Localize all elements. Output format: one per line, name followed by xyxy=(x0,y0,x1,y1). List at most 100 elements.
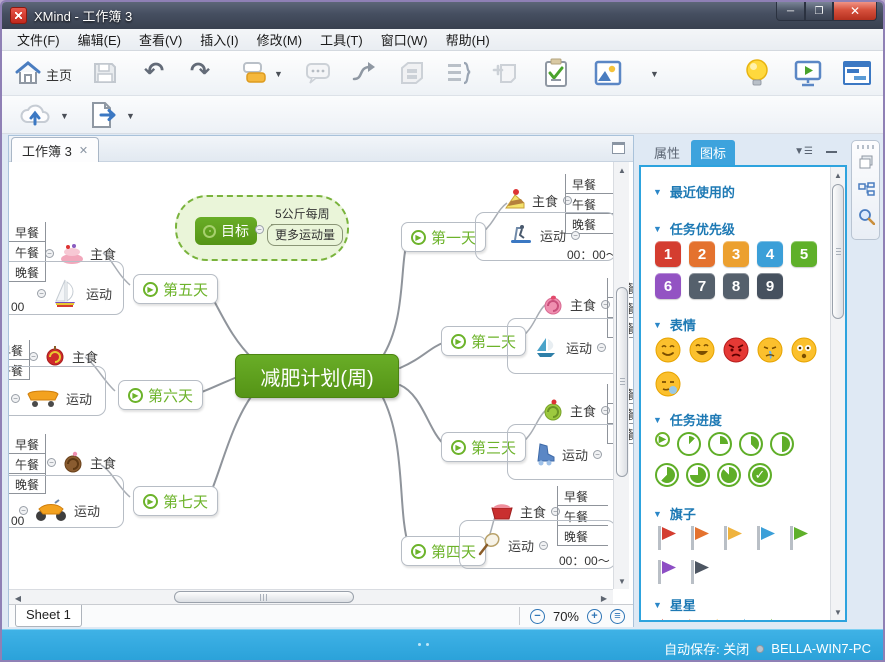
progress-1-4-icon[interactable] xyxy=(708,432,732,456)
section-recent[interactable]: ▼ 最近使用的 xyxy=(653,182,735,201)
scroll-down-icon[interactable]: ▼ xyxy=(831,605,845,619)
central-topic[interactable]: 减肥计划(周) xyxy=(235,354,399,398)
day7-food-topic[interactable]: − 主食 xyxy=(47,450,116,474)
priority-7-icon[interactable]: 7 xyxy=(689,273,715,299)
notes-button[interactable] xyxy=(305,61,331,85)
collapse-icon[interactable]: − xyxy=(11,394,20,403)
meal-lunch[interactable]: 午餐 xyxy=(566,194,616,214)
meal-breakfast[interactable]: 早餐 xyxy=(566,174,616,194)
topic-day6[interactable]: ▶第六天 xyxy=(118,380,203,410)
scroll-up-icon[interactable]: ▲ xyxy=(615,163,629,177)
flag-green-icon[interactable] xyxy=(787,524,810,552)
progress-3-8-icon[interactable] xyxy=(739,432,763,456)
maximize-editor-icon[interactable] xyxy=(612,142,625,154)
topic-caret-icon[interactable]: ▼ xyxy=(274,69,283,79)
priority-1-icon[interactable]: 1 xyxy=(655,241,681,267)
save-button[interactable] xyxy=(92,60,118,86)
scroll-down-icon[interactable]: ▼ xyxy=(615,574,629,588)
redo-button[interactable]: ↷ xyxy=(190,60,210,84)
goal-collapse-icon[interactable]: − xyxy=(255,225,264,234)
star-green-icon[interactable]: ★ xyxy=(764,617,779,622)
day1-time[interactable]: 00：00～ xyxy=(567,246,618,263)
zoom-in-button[interactable]: + xyxy=(587,609,602,624)
collapse-icon[interactable]: − xyxy=(37,289,46,298)
sheet1-tab[interactable]: Sheet 1 xyxy=(15,605,82,627)
cloud-upload-button[interactable] xyxy=(18,102,52,128)
day4-sport-topic[interactable]: 运动 − xyxy=(477,532,548,558)
goal-topic[interactable]: 目标 xyxy=(195,217,257,245)
day1-food-topic[interactable]: 主食 − xyxy=(503,188,572,212)
tab-close-icon[interactable]: ✕ xyxy=(79,144,88,157)
flag-red-icon[interactable] xyxy=(655,524,678,552)
insert-topic-button[interactable] xyxy=(240,60,268,86)
topic-day1[interactable]: ▶第一天 xyxy=(401,222,486,252)
flag-yellow-icon[interactable] xyxy=(721,524,744,552)
topic-day7[interactable]: ▶第七天 xyxy=(133,486,218,516)
emoji-surprised-icon[interactable] xyxy=(791,337,817,363)
priority-4-icon[interactable]: 4 xyxy=(757,241,783,267)
day2-food-topic[interactable]: 主食 − xyxy=(541,292,610,316)
export-caret-icon[interactable]: ▼ xyxy=(126,111,135,121)
boundary-button[interactable] xyxy=(398,60,426,86)
zoom-out-button[interactable]: − xyxy=(530,609,545,624)
progress-1-2-icon[interactable] xyxy=(770,432,794,456)
task-button[interactable] xyxy=(543,58,569,88)
menu-view[interactable]: 查看(V) xyxy=(130,28,191,51)
summary-button[interactable] xyxy=(445,60,473,86)
menu-edit[interactable]: 编辑(E) xyxy=(69,28,130,51)
star-orange-icon[interactable]: ★ xyxy=(682,617,697,622)
zoom-level[interactable]: 70% xyxy=(553,609,579,624)
day1-sport-topic[interactable]: 运动 − xyxy=(509,223,580,247)
vertical-scroll-thumb[interactable] xyxy=(616,287,628,477)
canvas-horizontal-scrollbar[interactable]: ◀ ▶ xyxy=(9,589,613,604)
home-button[interactable] xyxy=(14,59,42,87)
section-star[interactable]: ▼ 星星 xyxy=(653,595,696,614)
statusbar-handle-icon[interactable] xyxy=(418,643,429,646)
priority-3-icon[interactable]: 3 xyxy=(723,241,749,267)
priority-9-icon[interactable]: 9 xyxy=(757,273,783,299)
panel-scroll-thumb[interactable] xyxy=(832,184,844,319)
priority-2-icon[interactable]: 2 xyxy=(689,241,715,267)
day6-sport-topic[interactable]: − 运动 xyxy=(11,386,92,410)
day6-food-topic[interactable]: − 主食 xyxy=(29,344,98,368)
day7-time[interactable]: 00 xyxy=(11,514,24,528)
menu-window[interactable]: 窗口(W) xyxy=(372,28,437,51)
day2-sport-topic[interactable]: 运动 − xyxy=(533,335,606,359)
collapse-icon[interactable]: − xyxy=(597,343,606,352)
goal-note-1[interactable]: 5公斤每周 xyxy=(271,204,334,225)
section-flag[interactable]: ▼ 旗子 xyxy=(653,504,696,523)
zoom-tool-button[interactable] xyxy=(857,207,875,225)
image-button[interactable] xyxy=(594,60,622,86)
zoom-reset-button[interactable]: ≡ xyxy=(610,609,625,624)
workbook-tab[interactable]: 工作簿 3 ✕ xyxy=(11,137,99,162)
horizontal-scroll-thumb[interactable] xyxy=(174,591,354,603)
meal-breakfast[interactable]: 早餐 xyxy=(9,340,29,360)
scroll-left-icon[interactable]: ◀ xyxy=(11,591,25,605)
flag-purple-icon[interactable] xyxy=(655,558,678,586)
progress-7-8-icon[interactable] xyxy=(717,463,741,487)
panel-view-menu-icon[interactable]: ▼☰ xyxy=(794,146,813,157)
emoji-sleepy-icon[interactable] xyxy=(655,371,681,397)
meal-lunch[interactable]: 午餐 xyxy=(9,242,45,262)
collapse-icon[interactable]: − xyxy=(539,541,548,550)
collapse-icon[interactable]: − xyxy=(29,352,38,361)
scroll-right-icon[interactable]: ▶ xyxy=(597,591,611,605)
title-bar[interactable]: XMind - 工作簿 3 ─ ❐ ✕ xyxy=(2,2,883,29)
meal-breakfast[interactable]: 早餐 xyxy=(9,222,45,242)
image-caret-icon[interactable]: ▼ xyxy=(650,69,659,79)
canvas-vertical-scrollbar[interactable]: ▲ ▼ xyxy=(613,162,629,589)
minimize-button[interactable]: ─ xyxy=(776,2,805,21)
emoji-cry-icon[interactable] xyxy=(757,337,783,363)
scroll-up-icon[interactable]: ▲ xyxy=(831,168,845,182)
collapse-icon[interactable]: − xyxy=(47,458,56,467)
menu-insert[interactable]: 插入(I) xyxy=(191,28,247,51)
panel-minimize-icon[interactable] xyxy=(826,148,837,153)
progress-done-icon[interactable]: ✓ xyxy=(748,463,772,487)
topic-day5[interactable]: ▶第五天 xyxy=(133,274,218,304)
export-button[interactable] xyxy=(88,101,118,129)
day4-time[interactable]: 00：00～ xyxy=(559,552,610,569)
section-progress[interactable]: ▼ 任务进度 xyxy=(653,410,722,429)
day5-sport-topic[interactable]: − 运动 xyxy=(37,277,112,309)
restore-panels-button[interactable] xyxy=(857,153,875,171)
menu-tools[interactable]: 工具(T) xyxy=(311,28,372,51)
